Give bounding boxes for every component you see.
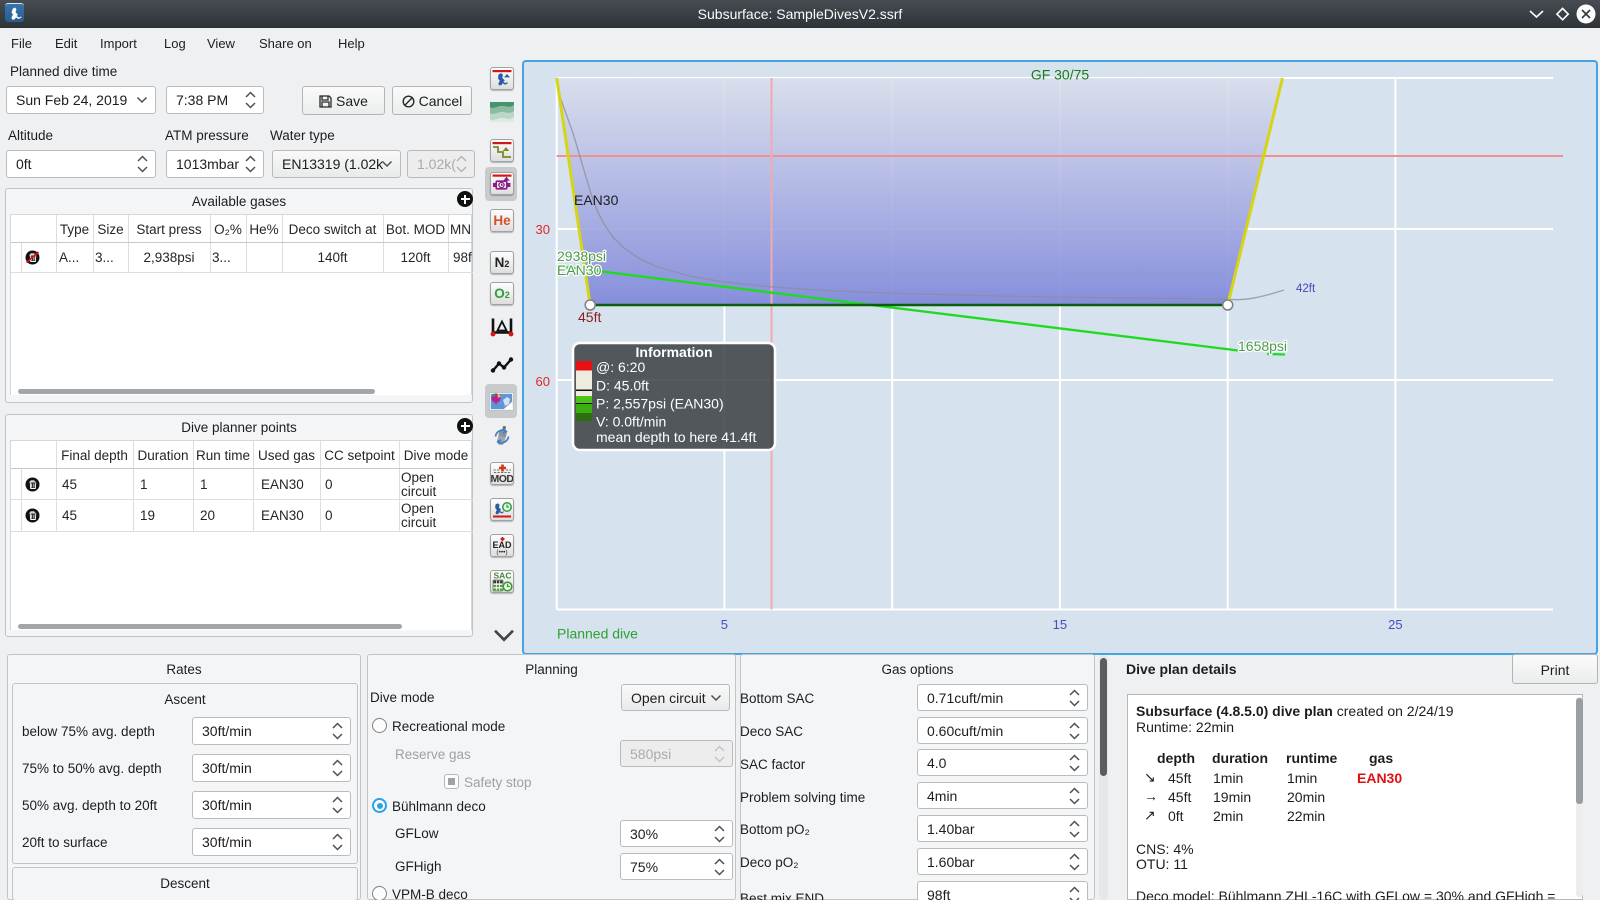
svg-text:P: 2,557psi (EAN30): P: 2,557psi (EAN30) <box>596 396 724 412</box>
svg-text:45ft: 45ft <box>578 309 601 325</box>
svg-text:MOD: MOD <box>491 473 513 484</box>
svg-text:Information: Information <box>636 344 713 360</box>
svg-text:15: 15 <box>1053 617 1067 632</box>
svg-text:1658psi: 1658psi <box>1238 338 1287 354</box>
svg-text:EAN30: EAN30 <box>557 262 602 278</box>
svg-text:5: 5 <box>721 617 728 632</box>
svg-text:@: 6:20: @: 6:20 <box>596 359 645 375</box>
svg-text:D: 45.0ft: D: 45.0ft <box>596 378 649 394</box>
svg-text:30: 30 <box>536 222 550 237</box>
svg-text:25: 25 <box>1388 617 1402 632</box>
svg-text:mean depth to here 41.4ft: mean depth to here 41.4ft <box>596 429 756 445</box>
svg-text:V: 0.0ft/min: V: 0.0ft/min <box>596 414 666 430</box>
svg-text:42ft: 42ft <box>1296 283 1316 295</box>
svg-text:Planned dive: Planned dive <box>557 626 638 642</box>
svg-text:GF 30/75: GF 30/75 <box>1031 67 1090 83</box>
svg-text:60: 60 <box>536 374 550 389</box>
svg-text:SAC: SAC <box>494 571 512 581</box>
svg-text:EAN30: EAN30 <box>574 192 619 208</box>
svg-text:(•••): (•••) <box>496 549 507 556</box>
